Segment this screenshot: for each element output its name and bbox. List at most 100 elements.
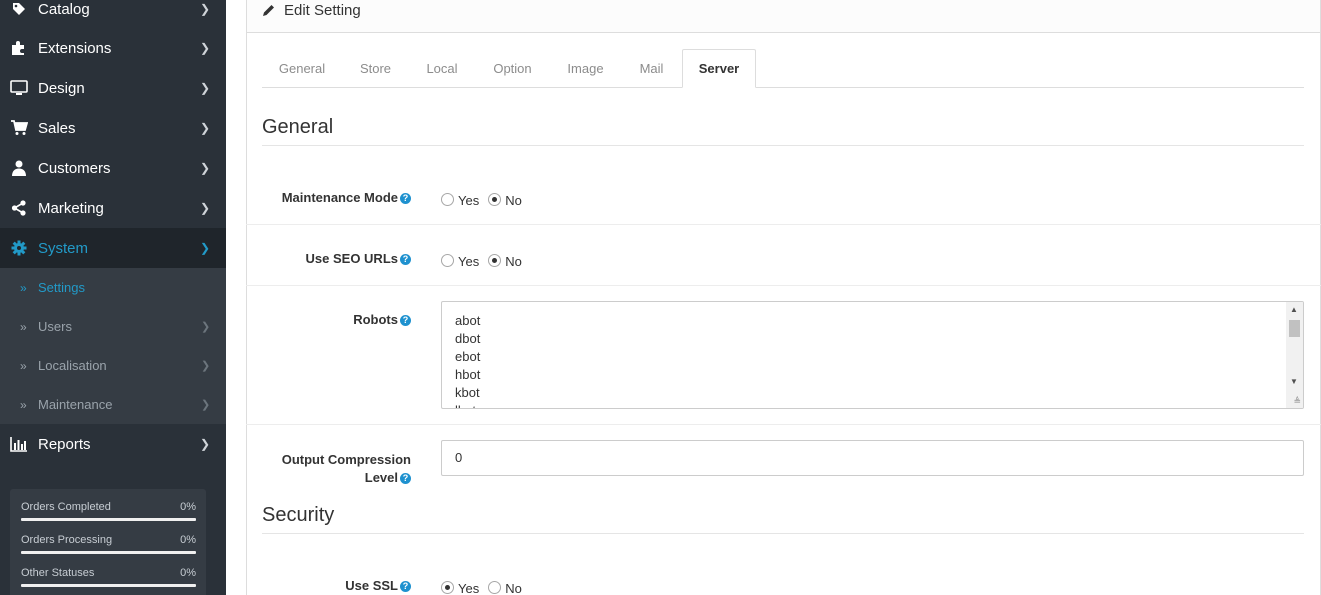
- stat-orders-completed: Orders Completed 0%: [21, 501, 196, 521]
- chevron-right-icon: ❯: [200, 2, 211, 16]
- seo-no-radio[interactable]: [488, 253, 502, 267]
- system-submenu: » Settings » Users ❯ » Localisation ❯ » …: [0, 268, 226, 424]
- bar-chart-icon: [10, 435, 28, 453]
- puzzle-icon: [10, 39, 28, 57]
- nav-marketing[interactable]: Marketing ❯: [0, 188, 226, 228]
- tab-image[interactable]: Image: [550, 49, 621, 88]
- maintenance-yes-radio[interactable]: [441, 192, 454, 206]
- stat-value: 0%: [180, 567, 196, 579]
- tag-icon: [10, 0, 28, 18]
- stat-label: Other Statuses: [21, 567, 95, 579]
- compression-level-input[interactable]: 0: [441, 440, 1304, 476]
- section-divider: [262, 533, 1304, 534]
- radio-label-yes: Yes: [458, 193, 480, 208]
- panel-heading: [246, 0, 1321, 33]
- radio-label-no: No: [505, 254, 522, 269]
- ssl-no-radio[interactable]: [488, 580, 502, 594]
- maintenance-no-radio[interactable]: [488, 192, 502, 206]
- help-icon[interactable]: ?: [400, 473, 411, 484]
- progress-bar: [21, 551, 196, 554]
- gear-icon: [10, 239, 28, 257]
- tab-store[interactable]: Store: [342, 49, 409, 88]
- use-ssl-label-text: Use SSL: [345, 578, 398, 593]
- stat-label: Orders Processing: [21, 534, 113, 546]
- chevron-right-icon: ❯: [201, 321, 211, 333]
- help-icon[interactable]: ?: [400, 581, 411, 592]
- robots-textarea[interactable]: abot dbot ebot hbot kbot lbot ▲ ▼ ≜: [441, 301, 1304, 409]
- submenu-maintenance[interactable]: » Maintenance ❯: [0, 385, 226, 424]
- compression-label: Output Compression Level?: [282, 451, 411, 487]
- chevron-right-icon: ❯: [200, 437, 211, 451]
- tab-option[interactable]: Option: [475, 49, 550, 88]
- scroll-up-icon[interactable]: ▲: [1290, 305, 1298, 314]
- resize-grip-icon[interactable]: ≜: [1293, 396, 1301, 407]
- robots-line: ebot: [455, 349, 481, 364]
- textarea-scrollbar[interactable]: ▲ ▼: [1286, 302, 1303, 408]
- tab-server[interactable]: Server: [682, 49, 756, 88]
- nav-sales[interactable]: Sales ❯: [0, 108, 226, 148]
- help-icon[interactable]: ?: [400, 254, 411, 265]
- progress-bar: [21, 584, 196, 587]
- nav-extensions[interactable]: Extensions ❯: [0, 28, 226, 68]
- submenu-users[interactable]: » Users ❯: [0, 307, 226, 346]
- sidebar: Catalog ❯ Extensions ❯ Design ❯ Sales ❯ …: [0, 0, 226, 595]
- ssl-yes-radio[interactable]: [441, 580, 454, 594]
- double-chevron-icon: »: [20, 358, 27, 373]
- use-ssl-radios: Yes No: [441, 578, 531, 595]
- robots-line: abot: [455, 313, 481, 328]
- tab-general[interactable]: General: [262, 49, 342, 88]
- nav-system-label: System: [38, 239, 89, 257]
- nav-sales-label: Sales: [38, 119, 76, 137]
- progress-bar: [21, 518, 196, 521]
- radio-label-no: No: [505, 581, 522, 595]
- seo-yes-radio[interactable]: [441, 253, 454, 267]
- maintenance-mode-label-text: Maintenance Mode: [281, 190, 398, 205]
- robots-line: hbot: [455, 367, 481, 382]
- desktop-icon: [10, 79, 28, 97]
- robots-line: kbot: [455, 385, 480, 400]
- chevron-right-icon: ❯: [200, 241, 211, 255]
- scroll-down-icon[interactable]: ▼: [1290, 377, 1298, 386]
- help-icon[interactable]: ?: [400, 315, 411, 326]
- chevron-right-icon: ❯: [201, 360, 211, 372]
- chevron-right-icon: ❯: [200, 41, 211, 55]
- stat-orders-processing: Orders Processing 0%: [21, 534, 196, 554]
- panel-title: Edit Setting: [284, 2, 361, 19]
- row-divider: [246, 224, 1321, 225]
- submenu-users-label: Users: [38, 319, 72, 334]
- tab-local[interactable]: Local: [409, 49, 475, 88]
- submenu-localisation[interactable]: » Localisation ❯: [0, 346, 226, 385]
- stat-value: 0%: [180, 534, 196, 546]
- tab-mail[interactable]: Mail: [621, 49, 682, 88]
- stat-other-statuses: Other Statuses 0%: [21, 567, 196, 587]
- share-icon: [10, 199, 28, 217]
- section-divider: [262, 145, 1304, 146]
- submenu-maintenance-label: Maintenance: [38, 397, 113, 412]
- stat-value: 0%: [180, 501, 196, 513]
- nav-reports[interactable]: Reports ❯: [0, 424, 226, 464]
- nav-catalog[interactable]: Catalog ❯: [0, 0, 226, 29]
- help-icon[interactable]: ?: [400, 193, 411, 204]
- submenu-settings[interactable]: » Settings: [0, 268, 226, 307]
- submenu-localisation-label: Localisation: [38, 358, 107, 373]
- maintenance-mode-radios: Yes No: [441, 190, 531, 208]
- nav-extensions-label: Extensions: [38, 39, 112, 57]
- double-chevron-icon: »: [20, 397, 27, 412]
- scrollbar-thumb[interactable]: [1289, 320, 1300, 337]
- nav-design[interactable]: Design ❯: [0, 68, 226, 108]
- nav-reports-label: Reports: [38, 435, 91, 453]
- radio-label-no: No: [505, 193, 522, 208]
- nav-system[interactable]: System ❯: [0, 228, 226, 268]
- chevron-right-icon: ❯: [200, 161, 211, 175]
- cart-icon: [10, 119, 28, 137]
- radio-label-yes: Yes: [458, 254, 480, 269]
- robots-line: dbot: [455, 331, 481, 346]
- pencil-icon: [262, 4, 275, 20]
- nav-customers[interactable]: Customers ❯: [0, 148, 226, 188]
- seo-urls-radios: Yes No: [441, 251, 531, 269]
- nav-design-label: Design: [38, 79, 85, 97]
- order-stats-box: Orders Completed 0% Orders Processing 0%…: [10, 489, 206, 595]
- seo-urls-label: Use SEO URLs?: [306, 251, 411, 266]
- chevron-right-icon: ❯: [200, 81, 211, 95]
- double-chevron-icon: »: [20, 319, 27, 334]
